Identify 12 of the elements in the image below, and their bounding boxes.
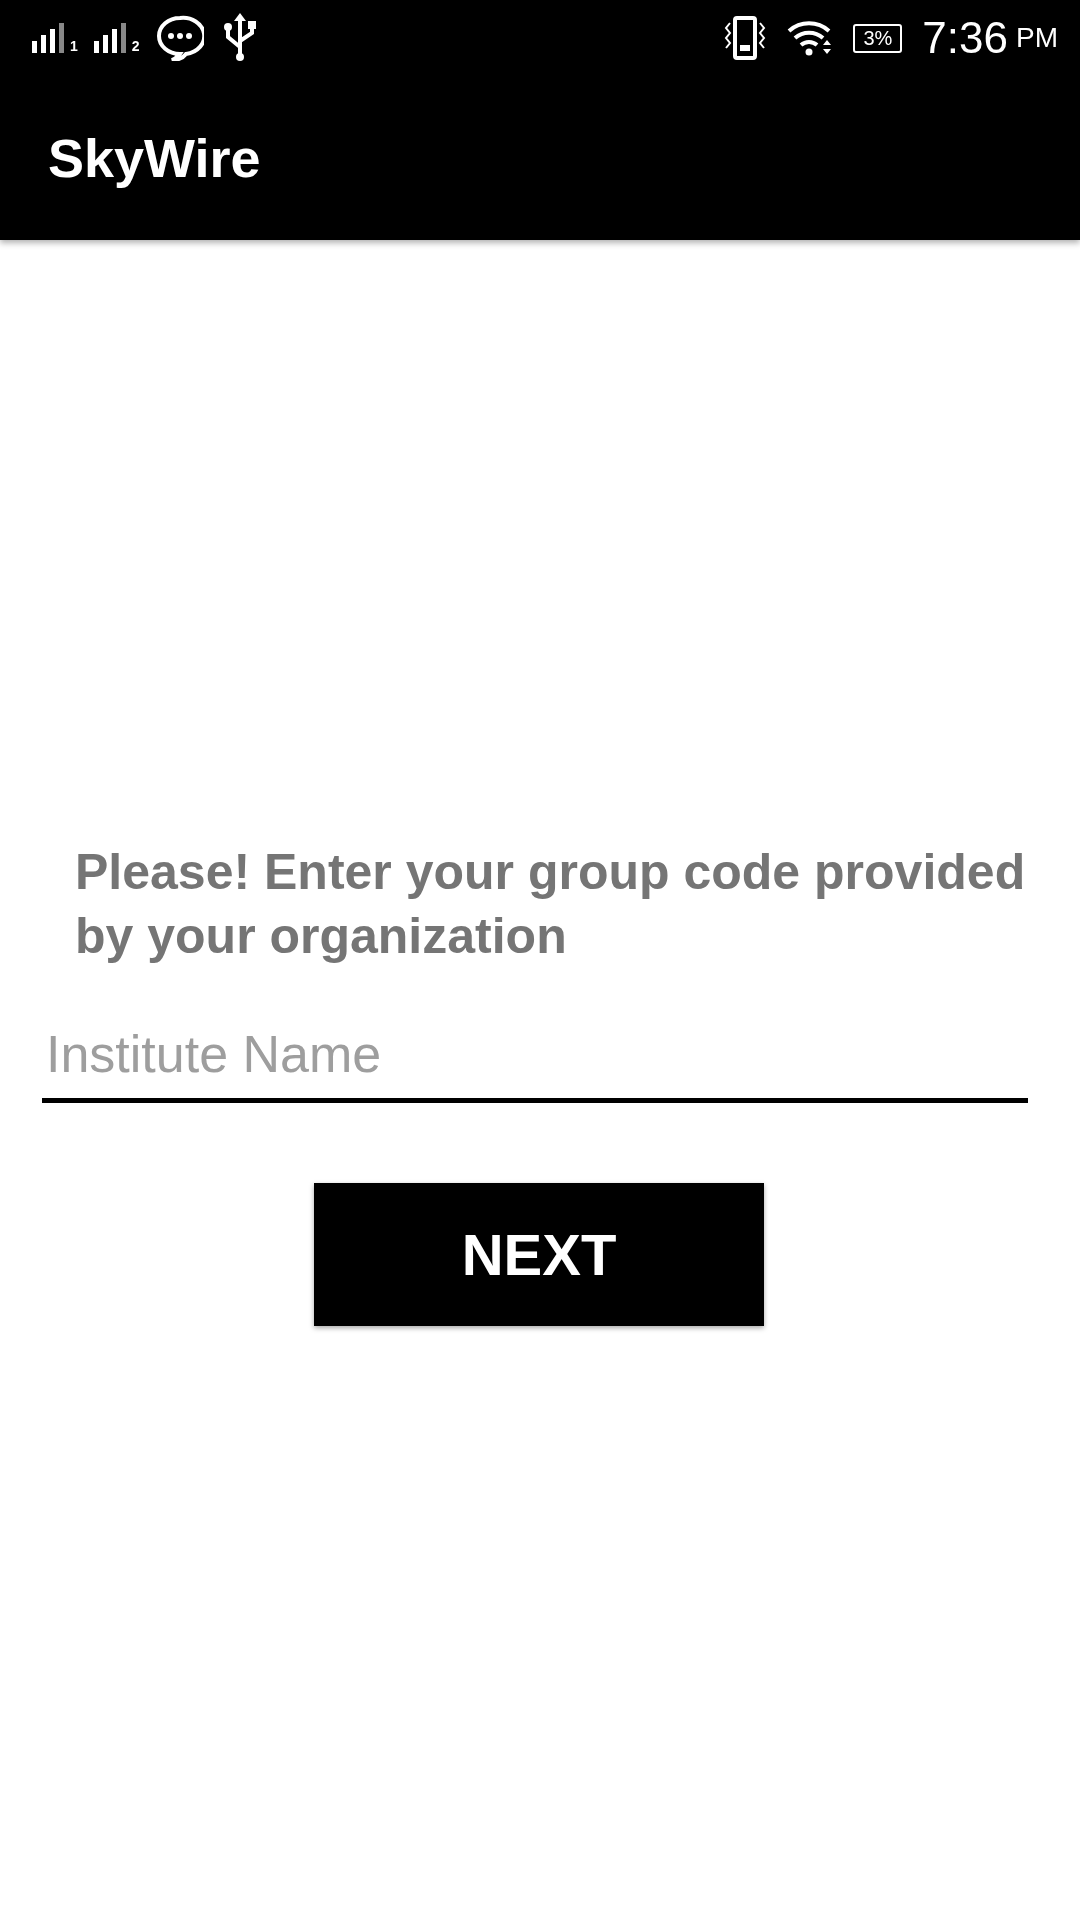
clock-period: PM: [1016, 22, 1058, 54]
sim-label: 1: [70, 39, 78, 53]
app-title: SkyWire: [48, 127, 261, 189]
battery-level: 3%: [853, 23, 903, 53]
institute-name-field[interactable]: Institute Name: [42, 1018, 1028, 1103]
vibrate-icon: [723, 15, 768, 61]
prompt-text: Please! Enter your group code provided by your organization: [75, 843, 1027, 966]
sim-label: 2: [131, 39, 140, 53]
chat-bubble-icon: [155, 15, 204, 61]
wifi-icon: [787, 19, 834, 57]
next-button[interactable]: NEXT: [314, 1183, 764, 1326]
clock-time: 7:36: [922, 13, 1008, 63]
